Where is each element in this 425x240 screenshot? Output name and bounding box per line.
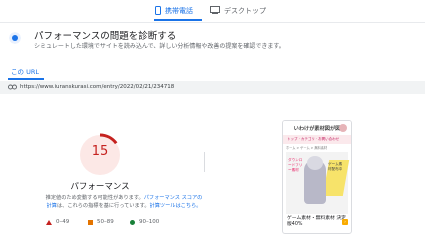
tab-desktop-label: デスクトップ (224, 7, 266, 15)
tabs-divider (0, 22, 425, 23)
performance-score-value: 15 (91, 144, 109, 159)
legend-average: 50–89 (88, 219, 114, 225)
desc-prefix: 推定値のため変動する可能性があります。 (45, 195, 144, 201)
desc-middle: は、これらの指標を基に行っています。 (56, 202, 150, 209)
square-icon (88, 219, 93, 225)
url-tab-indicator (8, 78, 44, 80)
device-tabs: 携帯電話 デスクトップ (0, 0, 425, 22)
preview-post-title: ゲーム素材・無料素材 決定版40% (287, 216, 346, 227)
active-tab-indicator (154, 19, 202, 21)
page-title: パフォーマンスの問題を診断する (34, 31, 177, 42)
preview-nav: トップ · カテゴリ · お問い合わせ (283, 135, 351, 144)
preview-breadcrumb: ホーム > ゲーム > 無料素材 (286, 146, 328, 150)
legend-average-range: 50–89 (97, 219, 114, 225)
url-tab-bar (0, 60, 425, 83)
hero-character-head (307, 156, 323, 170)
smartphone-icon (155, 5, 161, 17)
page-screenshot-preview: いわけが素材図が図 トップ · カテゴリ · お問い合わせ ホーム > ゲーム … (282, 120, 352, 234)
score-description: 推定値のため変動する可能性があります。パフォーマンス スコアの計算は、これらの指… (44, 195, 204, 210)
preview-hero-image: ダウンロードフリー素材 ゲーム素材配布中 (286, 152, 350, 214)
tab-mobile[interactable]: 携帯電話 (155, 3, 193, 19)
vertical-divider (204, 152, 205, 172)
performance-label: パフォーマンス (70, 182, 130, 192)
calculator-link[interactable]: 計算ツールはこちら。 (150, 203, 202, 209)
hero-left-text: ダウンロードフリー素材 (288, 158, 303, 172)
tab-desktop[interactable]: デスクトップ (210, 3, 266, 19)
legend-fail-range: 0–49 (56, 219, 70, 225)
circle-icon (130, 219, 135, 225)
preview-avatar (339, 124, 347, 132)
hero-right-text: ゲーム素材配布中 (328, 162, 343, 171)
legend-fail: 0–49 (46, 219, 69, 225)
preview-scroll-arrow-icon: › (342, 219, 348, 225)
page-subtitle: シミュレートした環境でサイトを読み込んで、詳しい分析情報や改善の提案を確認できま… (34, 43, 285, 50)
legend-pass: 90–100 (130, 219, 159, 225)
desktop-icon (210, 6, 220, 16)
link-icon (8, 84, 17, 92)
tab-mobile-label: 携帯電話 (165, 7, 193, 15)
tested-url[interactable]: https://www.iuranskurasi.com/entry/2022/… (20, 84, 174, 90)
tab-this-url[interactable]: この URL (11, 66, 39, 76)
legend-pass-range: 90–100 (139, 219, 160, 225)
triangle-icon (46, 219, 52, 225)
diagnose-icon (6, 29, 24, 47)
